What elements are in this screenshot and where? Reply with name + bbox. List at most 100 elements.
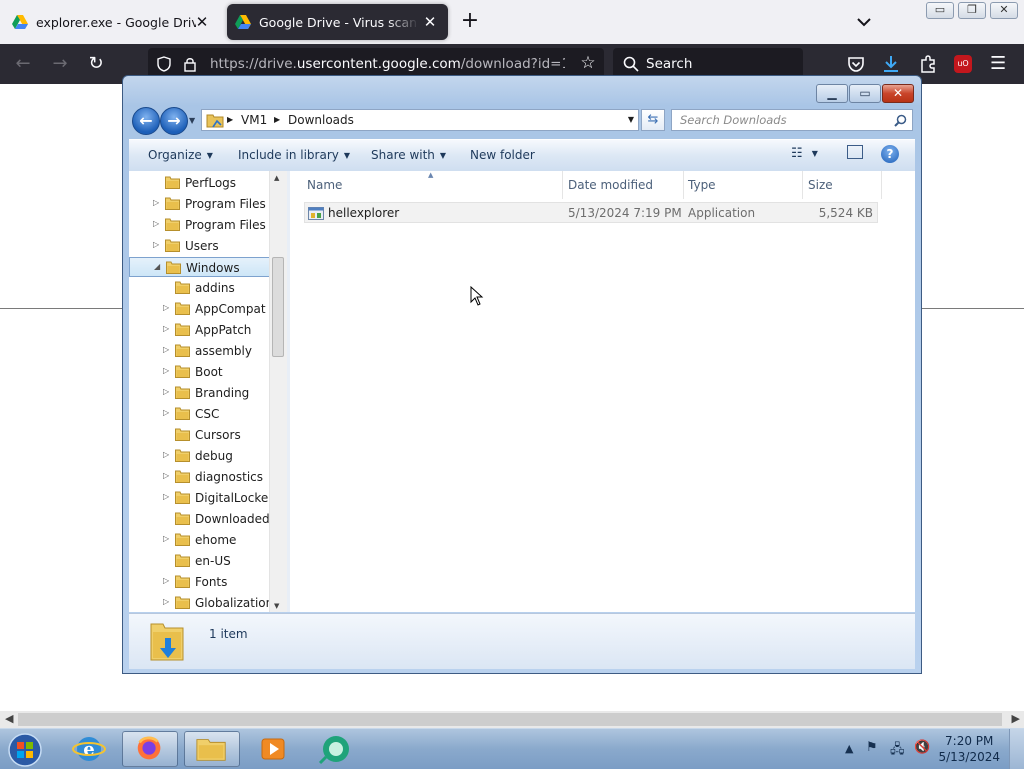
tree-expand-chevron-icon[interactable]: ◢ [154, 262, 160, 271]
breadcrumb-separator-icon[interactable]: ▶ [227, 115, 233, 124]
tree-expand-chevron-icon[interactable]: ▷ [163, 324, 169, 333]
tree-item[interactable]: ▷ Globalization [129, 593, 270, 612]
tree-expand-chevron-icon[interactable]: ▷ [163, 450, 169, 459]
include-in-library-button[interactable]: Include in library ▼ [238, 148, 350, 162]
tree-expand-chevron-icon[interactable]: ▷ [163, 576, 169, 585]
breadcrumb-separator-icon[interactable]: ▶ [274, 115, 280, 124]
tree-expand-chevron-icon[interactable]: ▷ [163, 387, 169, 396]
tree-item[interactable]: ▷ diagnostics [129, 467, 270, 487]
tree-item[interactable]: ◢ Windows [129, 257, 270, 277]
tree-expand-chevron-icon[interactable]: ▷ [163, 492, 169, 501]
tree-expand-chevron-icon[interactable]: ▷ [163, 303, 169, 312]
tree-item[interactable]: ▷ Program Files [129, 194, 270, 214]
action-center-flag-icon[interactable]: ⚑ [866, 740, 878, 755]
tree-item[interactable]: ▷ Users [129, 236, 270, 256]
hamburger-menu-icon[interactable]: ☰ [990, 54, 1010, 74]
tree-item[interactable]: ▷ Fonts [129, 572, 270, 592]
close-tab-icon[interactable]: ✕ [420, 12, 440, 32]
scroll-right-arrow-icon[interactable]: ▶ [1012, 712, 1020, 725]
help-icon[interactable]: ? [881, 145, 899, 163]
explorer-back-button[interactable]: ← [132, 107, 160, 135]
tree-item[interactable]: addins [129, 278, 270, 298]
extensions-puzzle-icon[interactable] [918, 54, 938, 74]
pocket-icon[interactable] [846, 54, 866, 74]
column-header-date-modified[interactable]: Date modified [568, 178, 653, 192]
window-minimize-button[interactable]: ▭ [926, 2, 954, 19]
tree-item[interactable]: en-US [129, 551, 270, 571]
navigation-scrollbar[interactable]: ▼ ▲ [269, 171, 287, 612]
system-clock[interactable]: 7:20 PM 5/13/2024 [938, 733, 1000, 765]
close-tab-icon[interactable]: ✕ [192, 12, 212, 32]
tree-item[interactable]: ▷ CSC [129, 404, 270, 424]
tree-item[interactable]: ▷ Boot [129, 362, 270, 382]
scroll-down-arrow-icon[interactable]: ▼ [274, 602, 279, 610]
forward-arrow-icon[interactable]: → [48, 52, 72, 76]
explorer-minimize-button[interactable]: ▁ [816, 84, 848, 103]
tab-virus-scan-warning[interactable]: Google Drive - Virus scan warnin ✕ [227, 4, 448, 40]
network-icon[interactable]: 🖧 [890, 740, 905, 762]
tree-item[interactable]: PerfLogs [129, 173, 270, 193]
window-restore-button[interactable]: ❐ [958, 2, 986, 19]
search-icon[interactable] [894, 114, 907, 127]
view-options-icon[interactable]: ☷ ▼ [791, 146, 818, 161]
organize-button[interactable]: Organize ▼ [148, 148, 213, 162]
tree-item[interactable]: ▷ debug [129, 446, 270, 466]
bookmark-star-icon[interactable]: ☆ [578, 53, 598, 73]
url-text[interactable]: https://drive.usercontent.google.com/dow… [210, 56, 565, 72]
reload-icon[interactable]: ↻ [84, 52, 108, 76]
address-dropdown-chevron-icon[interactable]: ▼ [628, 115, 634, 124]
tree-expand-chevron-icon[interactable]: ▷ [163, 534, 169, 543]
address-bar[interactable]: ▶ VM1 ▶ Downloads ▼ [201, 109, 639, 131]
app-taskbar-icon[interactable] [308, 731, 364, 767]
file-row[interactable]: hellexplorer 5/13/2024 7:19 PM Applicati… [304, 202, 878, 223]
column-separator[interactable] [562, 171, 563, 199]
file-name[interactable]: hellexplorer [328, 206, 399, 220]
start-button-windows-icon[interactable] [4, 731, 46, 767]
refresh-button[interactable]: ⇆ [641, 109, 665, 131]
list-all-tabs-chevron-icon[interactable] [852, 12, 876, 32]
internet-explorer-taskbar-icon[interactable]: e [61, 731, 117, 767]
lock-icon[interactable] [183, 56, 197, 72]
tree-expand-chevron-icon[interactable]: ▷ [163, 366, 169, 375]
scroll-left-arrow-icon[interactable]: ◀ [5, 712, 13, 725]
tree-expand-chevron-icon[interactable]: ▷ [153, 240, 159, 249]
column-separator[interactable] [683, 171, 684, 199]
explorer-search-input[interactable]: Search Downloads [671, 109, 913, 131]
scrollbar-thumb[interactable] [18, 713, 1002, 726]
column-separator[interactable] [881, 171, 882, 199]
tree-item[interactable]: ▷ ehome [129, 530, 270, 550]
new-folder-button[interactable]: New folder [470, 148, 535, 162]
tree-item[interactable]: Downloaded [129, 509, 270, 529]
new-tab-button[interactable]: + [458, 10, 482, 34]
tree-item[interactable]: ▷ Program Files ( [129, 215, 270, 235]
breadcrumb-item[interactable]: VM1 [241, 113, 267, 127]
explorer-maximize-button[interactable]: ▭ [849, 84, 881, 103]
tree-item[interactable]: ▷ DigitalLocker [129, 488, 270, 508]
explorer-close-button[interactable]: ✕ [882, 84, 914, 103]
explorer-taskbar-icon[interactable] [184, 731, 240, 767]
tree-item[interactable]: ▷ AppCompat [129, 299, 270, 319]
tree-item[interactable]: ▷ AppPatch [129, 320, 270, 340]
downloads-icon[interactable] [881, 54, 901, 74]
ublock-origin-icon[interactable]: uO [954, 55, 972, 73]
share-with-button[interactable]: Share with ▼ [371, 148, 446, 162]
column-header-size[interactable]: Size [808, 178, 833, 192]
shield-icon[interactable] [156, 56, 172, 72]
explorer-forward-button[interactable]: → [160, 107, 188, 135]
show-hidden-icons-icon[interactable]: ▲ [845, 742, 853, 755]
column-separator[interactable] [802, 171, 803, 199]
show-desktop-button[interactable] [1009, 729, 1024, 769]
media-player-taskbar-icon[interactable] [246, 731, 302, 767]
column-header-type[interactable]: Type [688, 178, 716, 192]
column-header-name[interactable]: Name [307, 178, 342, 192]
recent-pages-chevron-icon[interactable]: ▼ [189, 116, 195, 125]
tree-expand-chevron-icon[interactable]: ▷ [163, 408, 169, 417]
volume-muted-icon[interactable]: 🔇 [914, 740, 930, 755]
scrollbar-thumb[interactable] [272, 257, 284, 357]
firefox-taskbar-icon[interactable] [122, 731, 178, 767]
page-horizontal-scrollbar[interactable]: ◀ ▶ [0, 711, 1024, 728]
tree-item[interactable]: Cursors [129, 425, 270, 445]
breadcrumb-item[interactable]: Downloads [288, 113, 354, 127]
window-close-button[interactable]: ✕ [990, 2, 1018, 19]
tree-item[interactable]: ▷ assembly [129, 341, 270, 361]
